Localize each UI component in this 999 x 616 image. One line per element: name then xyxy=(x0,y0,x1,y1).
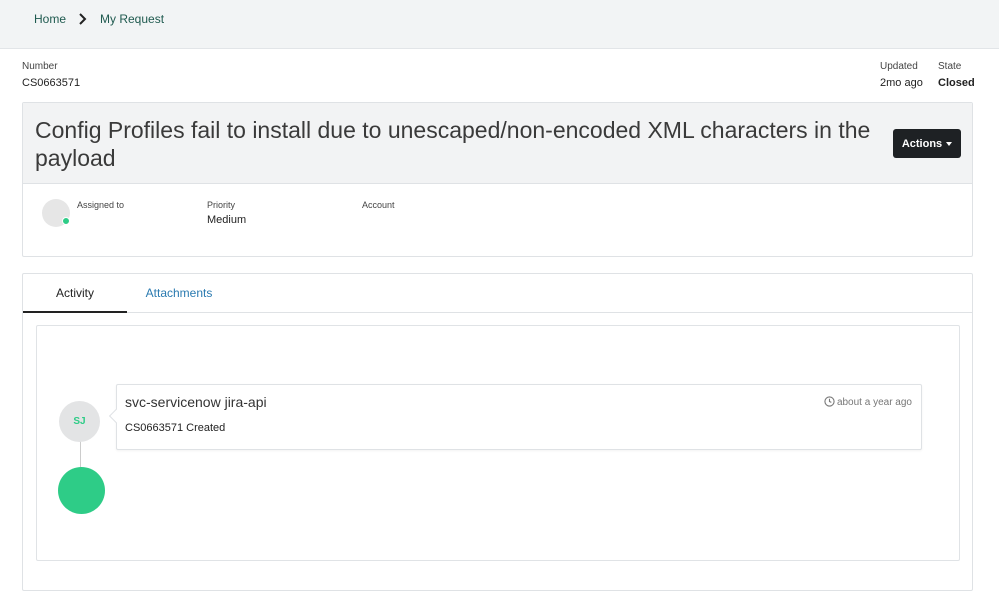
actions-label: Actions xyxy=(901,137,943,150)
tab-attachments[interactable]: Attachments xyxy=(127,274,231,313)
breadcrumb-my-request-link[interactable]: My Request xyxy=(100,12,164,26)
state-value: Closed xyxy=(938,77,975,89)
updated-value: 2mo ago xyxy=(880,77,923,89)
tab-activity[interactable]: Activity xyxy=(23,274,127,313)
caret-down-icon xyxy=(946,141,953,146)
number-label: Number xyxy=(22,61,58,72)
case-number: CS0663571 xyxy=(22,77,81,89)
case-title: Config Profiles fail to install due to u… xyxy=(35,117,871,171)
breadcrumb-home-link[interactable]: Home xyxy=(34,12,66,26)
tab-bar: Activity Attachments xyxy=(23,274,972,313)
timeline-end-dot xyxy=(58,467,105,514)
presence-status-dot xyxy=(62,217,70,225)
case-summary-card: Config Profiles fail to install due to u… xyxy=(22,102,973,257)
assigned-to-label: Assigned to xyxy=(77,200,125,210)
clock-icon xyxy=(824,396,835,407)
priority-label: Priority xyxy=(207,200,236,210)
activity-panel: Activity Attachments SJ svc-servicenow j… xyxy=(22,273,973,591)
activity-entry: svc-servicenow jira-api about a year ago… xyxy=(108,384,922,450)
priority-value: Medium xyxy=(207,214,247,226)
entry-time-text: about a year ago xyxy=(836,397,912,408)
entry-text: CS0663571 Created xyxy=(125,422,226,434)
case-header: Config Profiles fail to install due to u… xyxy=(23,103,972,184)
actions-button[interactable]: Actions xyxy=(893,129,961,158)
updated-label: Updated xyxy=(880,61,918,72)
entry-timestamp: about a year ago xyxy=(824,396,912,408)
avatar: SJ xyxy=(59,401,100,442)
breadcrumb-bar: Home My Request xyxy=(0,0,999,49)
state-label: State xyxy=(938,61,962,72)
chevron-right-icon xyxy=(79,13,87,25)
entry-pointer xyxy=(108,408,124,424)
entry-author: svc-servicenow jira-api xyxy=(125,394,267,410)
account-label: Account xyxy=(362,200,395,210)
activity-stream: SJ svc-servicenow jira-api about a year … xyxy=(36,325,960,561)
